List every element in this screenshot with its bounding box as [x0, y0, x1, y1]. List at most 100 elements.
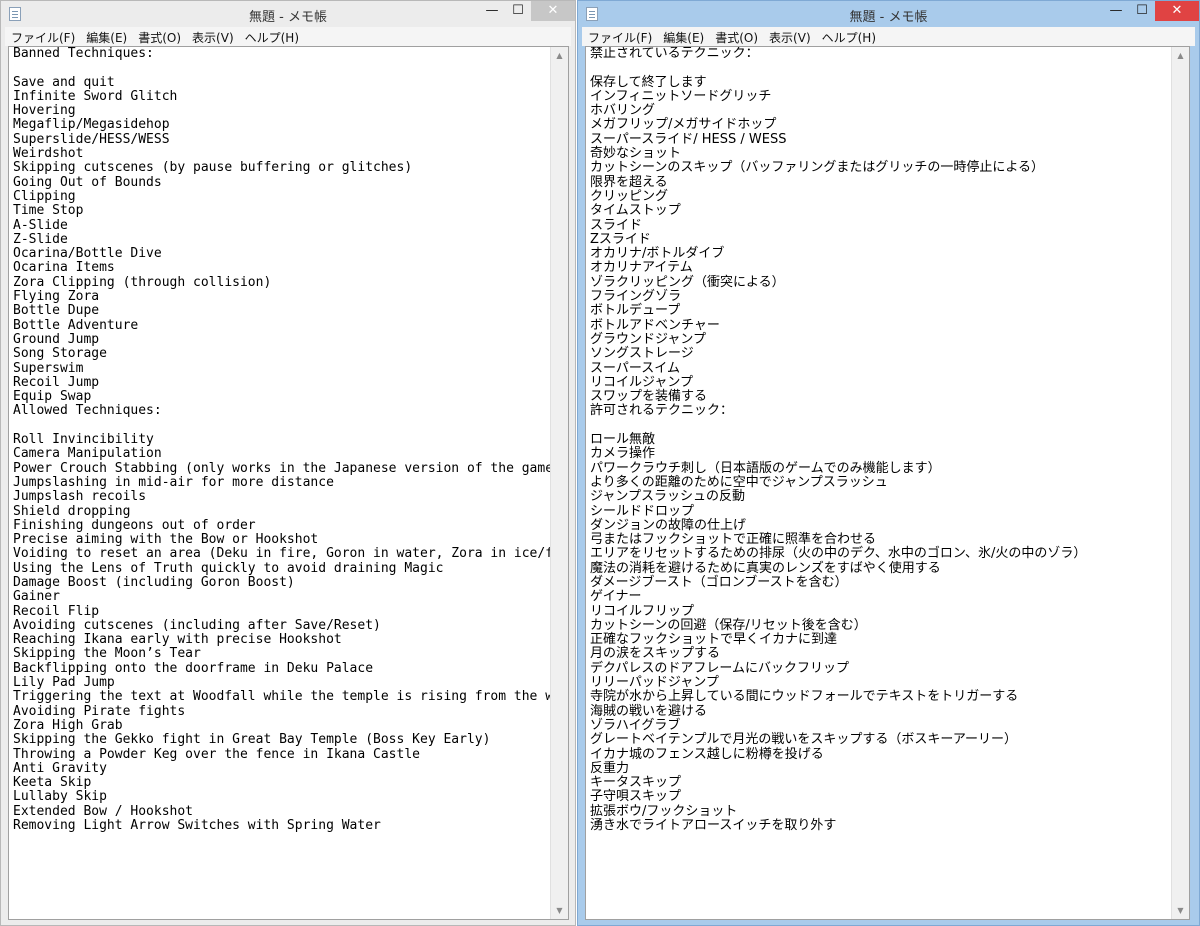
title-bar[interactable]: 無題 - メモ帳 — ☐ ✕ — [1, 1, 575, 27]
minimize-button[interactable]: — — [1103, 1, 1129, 21]
text-line: イカナ城のフェンス越しに粉樽を投げる — [590, 746, 824, 762]
text-line: Megaflip/Megasidehop — [13, 117, 170, 133]
scroll-up-arrow-icon[interactable]: ▲ — [551, 47, 568, 64]
text-line: 禁止されているテクニック： — [590, 46, 759, 61]
text-line: エリアをリセットするための排尿（火の中のデク、水中のゴロン、氷/火の中のゾラ） — [590, 546, 1087, 562]
text-line: メガフリップ/メガサイドホップ — [590, 117, 777, 133]
maximize-button[interactable]: ☐ — [1129, 1, 1155, 21]
text-line: 湧き水でライトアロースイッチを取り外す — [590, 818, 837, 834]
text-line — [590, 61, 1169, 75]
text-line: 拡張ボウ/フックショット — [590, 803, 738, 819]
text-line: 子守唄スキップ — [590, 789, 682, 805]
text-line: Backflipping onto the doorframe in Deku … — [13, 660, 374, 676]
text-line: 寺院が水から上昇している間にウッドフォールでテキストをトリガーする — [590, 689, 1019, 705]
menu-bar: ファイル(F) 編集(E) 書式(O) 表示(V) ヘルプ(H) — [582, 27, 1195, 46]
text-line: Finishing dungeons out of order — [13, 517, 256, 533]
text-line: ボトルデュープ — [590, 303, 681, 319]
menu-edit[interactable]: 編集(E) — [657, 27, 709, 46]
menu-file[interactable]: ファイル(F) — [5, 27, 80, 46]
menu-help[interactable]: ヘルプ(H) — [816, 27, 881, 46]
text-line: Hovering — [13, 103, 76, 119]
menu-view[interactable]: 表示(V) — [186, 27, 239, 46]
text-line: Infinite Sword Glitch — [13, 88, 178, 104]
text-line: Allowed Techniques: — [13, 403, 162, 419]
text-editor[interactable]: Banned Techniques: Save and quit Infinite … — [8, 46, 569, 920]
text-line: スーパースイム — [590, 360, 680, 376]
text-line: リリーパッドジャンプ — [590, 675, 719, 691]
text-line: Extended Bow / Hookshot — [13, 803, 194, 819]
scroll-up-arrow-icon[interactable]: ▲ — [1172, 47, 1189, 64]
text-line: Ocarina/Bottle Dive — [13, 246, 162, 262]
text-line: Skipping the Gekko fight in Great Bay Te… — [13, 732, 491, 748]
text-line: A-Slide — [13, 217, 68, 233]
text-line: ボトルアドベンチャー — [590, 317, 720, 333]
text-line: Time Stop — [13, 203, 84, 219]
text-line: Recoil Jump — [13, 374, 100, 390]
text-editor[interactable]: 禁止されているテクニック： 保存して終了します インフィニットソードグリッチ ホバリン… — [585, 46, 1190, 920]
text-line: 海賊の戦いを避ける — [590, 703, 708, 719]
text-line: より多くの距離のために空中でジャンプスラッシュ — [590, 474, 888, 490]
text-line: スーパースライド/ HESS / WESS — [590, 131, 787, 147]
menu-format[interactable]: 書式(O) — [132, 27, 186, 46]
text-line: Camera Manipulation — [13, 446, 162, 462]
text-line: オカリナ/ボトルダイブ — [590, 246, 725, 262]
scroll-down-arrow-icon[interactable]: ▼ — [551, 902, 568, 919]
text-line — [13, 419, 548, 433]
text-line: ゲイナー — [590, 589, 642, 605]
text-content[interactable]: Banned Techniques: Save and quit Infinite … — [13, 47, 569, 834]
text-line: 月の涙をスキップする — [590, 646, 721, 662]
scroll-down-arrow-icon[interactable]: ▼ — [1172, 902, 1189, 919]
close-button[interactable]: ✕ — [1155, 1, 1199, 21]
text-line: グレートベイテンプルで月光の戦いをスキップする（ボスキーアーリー） — [590, 732, 1018, 748]
minimize-button[interactable]: — — [479, 1, 505, 21]
menu-format[interactable]: 書式(O) — [709, 27, 763, 46]
text-line: Superslide/HESS/WESS — [13, 131, 170, 147]
vertical-scrollbar[interactable]: ▲ ▼ — [550, 47, 568, 919]
text-line: Anti Gravity — [13, 760, 107, 776]
text-line: ホバリング — [590, 103, 656, 119]
text-content[interactable]: 禁止されているテクニック： 保存して終了します インフィニットソードグリッチ ホバリン… — [590, 47, 1169, 833]
menu-help[interactable]: ヘルプ(H) — [239, 27, 304, 46]
text-line: Precise aiming with the Bow or Hookshot — [13, 532, 319, 548]
close-button[interactable]: ✕ — [531, 1, 575, 21]
text-line: Equip Swap — [13, 389, 92, 405]
text-line: Triggering the text at Woodfall while th… — [13, 689, 569, 705]
text-line: Power Crouch Stabbing (only works in the… — [13, 460, 561, 476]
text-line: 限界を超える — [590, 174, 668, 190]
menu-edit[interactable]: 編集(E) — [80, 27, 132, 46]
text-line: ソングストレージ — [590, 346, 694, 362]
maximize-button[interactable]: ☐ — [505, 1, 531, 21]
text-line: Damage Boost (including Goron Boost) — [13, 574, 295, 590]
text-line: タイムストップ — [590, 203, 681, 219]
text-line: Jumpslash recoils — [13, 489, 147, 505]
text-line: Superswim — [13, 360, 84, 376]
text-line: Avoiding cutscenes (including after Save… — [13, 617, 381, 633]
text-line: Removing Light Arrow Switches with Sprin… — [13, 818, 381, 834]
menu-bar: ファイル(F) 編集(E) 書式(O) 表示(V) ヘルプ(H) — [5, 27, 571, 46]
notepad-window-english: 無題 - メモ帳 — ☐ ✕ ファイル(F) 編集(E) 書式(O) 表示(V) ヘルプ… — [0, 0, 576, 926]
text-line: ダンジョンの故障の仕上げ — [590, 517, 747, 533]
text-line: Shield dropping — [13, 503, 131, 519]
text-line: Using the Lens of Truth quickly to avoid… — [13, 560, 444, 576]
text-line: クリッピング — [590, 188, 669, 204]
menu-file[interactable]: ファイル(F) — [582, 27, 657, 46]
text-line: Ocarina Items — [13, 260, 115, 276]
text-line: スワップを装備する — [590, 389, 708, 405]
text-line: ゾラクリッピング（衝突による） — [590, 274, 785, 290]
text-line: キータスキップ — [590, 775, 682, 791]
text-line: インフィニットソードグリッチ — [590, 88, 772, 104]
text-line: ロール無敵 — [590, 432, 656, 448]
text-line: シールドドロップ — [590, 503, 695, 519]
text-line: Lullaby Skip — [13, 789, 107, 805]
text-line: 反重力 — [590, 760, 630, 776]
text-line: Gainer — [13, 589, 60, 605]
text-line: Skipping the Moon’s Tear — [13, 646, 201, 662]
menu-view[interactable]: 表示(V) — [763, 27, 816, 46]
text-line: パワークラウチ刺し（日本語版のゲームでのみ機能します） — [590, 460, 941, 476]
text-line: Zora Clipping (through collision) — [13, 274, 272, 290]
title-bar[interactable]: 無題 - メモ帳 — ☐ ✕ — [578, 1, 1199, 27]
text-line: Song Storage — [13, 346, 107, 362]
text-line: ジャンプスラッシュの反動 — [590, 489, 745, 505]
vertical-scrollbar[interactable]: ▲ ▼ — [1171, 47, 1189, 919]
text-line: Ground Jump — [13, 331, 100, 347]
